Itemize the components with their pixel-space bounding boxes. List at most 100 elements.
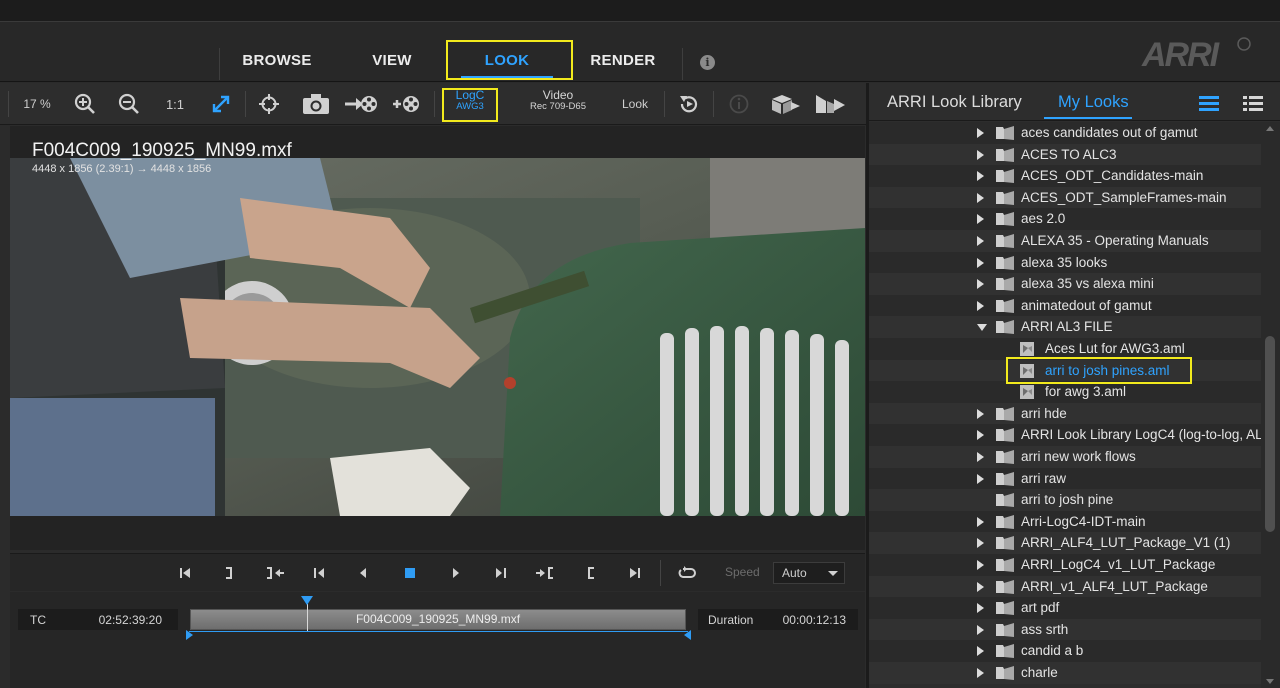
image-viewer[interactable]: F004C009_190925_MN99.mxf 4448 x 1856 (2.… bbox=[10, 126, 865, 550]
look-folder-item[interactable]: ARRI AL3 FILE bbox=[869, 316, 1261, 338]
playhead-handle[interactable] bbox=[301, 596, 313, 605]
loop-icon[interactable] bbox=[670, 554, 704, 592]
look-file-item[interactable]: Aces Lut for AWG3.aml bbox=[869, 338, 1261, 360]
expand-arrow-icon[interactable] bbox=[977, 236, 984, 246]
tab-look[interactable]: LOOK bbox=[449, 40, 565, 84]
expand-arrow-icon[interactable] bbox=[977, 214, 984, 225]
tab-my-looks[interactable]: My Looks bbox=[1058, 93, 1129, 112]
expand-arrow-icon[interactable] bbox=[977, 192, 984, 203]
fit-to-window-icon[interactable] bbox=[204, 83, 238, 125]
info-icon[interactable]: i bbox=[700, 55, 715, 70]
crosshair-icon[interactable] bbox=[252, 83, 286, 125]
tab-arri-look-library[interactable]: ARRI Look Library bbox=[887, 93, 1022, 112]
go-to-start-icon[interactable] bbox=[168, 554, 202, 592]
look-folder-item[interactable]: ARRI_LogC4_v1_LUT_Package bbox=[869, 554, 1261, 576]
go-to-out-point-icon[interactable] bbox=[212, 554, 246, 592]
zoom-out-icon[interactable] bbox=[112, 83, 146, 125]
expand-arrow-icon[interactable] bbox=[977, 538, 984, 549]
video-output-button[interactable]: Video Rec 709-D65 bbox=[518, 88, 598, 113]
look-folder-item[interactable]: ARRI_ALF4_LUT_Package_V1 (1) bbox=[869, 532, 1261, 554]
tree-scrollbar[interactable] bbox=[1261, 122, 1280, 688]
expand-arrow-icon[interactable] bbox=[977, 171, 984, 182]
play-reverse-icon[interactable] bbox=[346, 554, 380, 592]
scroll-down-icon[interactable] bbox=[1266, 679, 1274, 684]
apply-look-icon[interactable] bbox=[810, 83, 850, 125]
export-look-icon[interactable] bbox=[766, 83, 804, 125]
look-folder-item[interactable]: arri new work flows bbox=[869, 446, 1261, 468]
video-frame[interactable] bbox=[10, 158, 865, 516]
look-folder-item[interactable]: arri hde bbox=[869, 402, 1261, 425]
jump-forward-to-mark-icon[interactable] bbox=[528, 554, 562, 592]
snapshot-camera-icon[interactable] bbox=[298, 83, 334, 125]
detail-view-icon[interactable] bbox=[1243, 95, 1263, 116]
look-folder-item[interactable]: Arri-LogC4-IDT-main bbox=[869, 510, 1261, 533]
look-folder-item[interactable]: alexa 35 looks bbox=[869, 251, 1261, 274]
look-folder-item[interactable]: arri raw bbox=[869, 467, 1261, 490]
expand-arrow-icon[interactable] bbox=[977, 257, 984, 268]
go-to-end-icon[interactable] bbox=[618, 554, 652, 592]
add-reel-icon[interactable] bbox=[388, 83, 424, 125]
expand-arrow-icon[interactable] bbox=[977, 473, 984, 484]
look-folder-item[interactable]: arri to josh pine bbox=[869, 489, 1261, 511]
panel-header: ARRI Look Library My Looks bbox=[869, 83, 1280, 121]
tree-item-label: ACES_ODT_SampleFrames-main bbox=[1021, 189, 1227, 205]
look-file-item[interactable]: arri to josh pines.aml bbox=[869, 359, 1261, 382]
expand-arrow-icon[interactable] bbox=[977, 279, 984, 290]
look-folder-item[interactable]: art pdf bbox=[869, 597, 1261, 619]
look-folder-item[interactable]: ARRI_v1_ALF4_LUT_Package bbox=[869, 575, 1261, 598]
folder-icon bbox=[995, 255, 1015, 274]
look-folder-item[interactable]: ass srth bbox=[869, 618, 1261, 641]
go-to-in-point-icon[interactable] bbox=[574, 554, 608, 592]
speed-select[interactable]: Auto bbox=[773, 562, 845, 584]
out-point-handle[interactable] bbox=[684, 630, 691, 640]
look-folder-item[interactable]: ACES TO ALC3 bbox=[869, 143, 1261, 166]
look-folder-item[interactable]: ACES_ODT_Candidates-main bbox=[869, 165, 1261, 187]
play-icon[interactable] bbox=[439, 554, 473, 592]
look-folder-item[interactable]: aces candidates out of gamut bbox=[869, 122, 1261, 144]
expand-arrow-icon[interactable] bbox=[977, 149, 984, 160]
list-view-icon[interactable] bbox=[1199, 95, 1219, 116]
look-folder-item[interactable]: animatedout of gamut bbox=[869, 294, 1261, 317]
look-folder-item[interactable]: ACES_ODT_SampleFrames-main bbox=[869, 186, 1261, 209]
jump-back-to-mark-icon[interactable] bbox=[258, 554, 292, 592]
step-forward-icon[interactable] bbox=[484, 554, 518, 592]
expand-arrow-icon[interactable] bbox=[977, 560, 984, 570]
expand-arrow-icon[interactable] bbox=[977, 646, 984, 657]
tab-render[interactable]: RENDER bbox=[565, 40, 681, 84]
stop-icon[interactable] bbox=[393, 554, 427, 592]
expand-arrow-icon[interactable] bbox=[977, 408, 984, 419]
reset-look-icon[interactable] bbox=[672, 83, 706, 125]
expand-arrow-icon[interactable] bbox=[977, 128, 984, 138]
transport-controls: Speed Auto bbox=[10, 553, 865, 591]
export-reel-icon[interactable] bbox=[342, 83, 380, 125]
look-folder-item[interactable]: charle bbox=[869, 662, 1261, 684]
colorspace-button[interactable]: LogC AWG3 bbox=[446, 88, 494, 113]
look-button[interactable]: Look bbox=[612, 83, 658, 125]
tab-browse[interactable]: BROWSE bbox=[219, 40, 335, 84]
look-folder-item[interactable]: alexa 35 vs alexa mini bbox=[869, 273, 1261, 295]
look-folder-item[interactable]: ARRI Look Library LogC4 (log-to-log, AL bbox=[869, 424, 1261, 446]
look-file-item[interactable]: for awg 3.aml bbox=[869, 381, 1261, 403]
look-folder-item[interactable]: aes 2.0 bbox=[869, 208, 1261, 230]
expand-arrow-icon[interactable] bbox=[977, 603, 984, 614]
frame-image bbox=[10, 158, 865, 516]
tab-view[interactable]: VIEW bbox=[334, 40, 450, 84]
expand-arrow-icon[interactable] bbox=[977, 516, 984, 527]
expand-arrow-icon[interactable] bbox=[977, 668, 984, 678]
expand-arrow-icon[interactable] bbox=[977, 300, 984, 311]
timeline-clip[interactable]: F004C009_190925_MN99.mxf bbox=[190, 609, 686, 630]
expand-arrow-icon[interactable] bbox=[977, 452, 984, 462]
look-folder-item[interactable]: ALEXA 35 - Operating Manuals bbox=[869, 230, 1261, 252]
step-back-icon[interactable] bbox=[302, 554, 336, 592]
expand-arrow-icon[interactable] bbox=[977, 430, 984, 441]
expand-arrow-open-icon[interactable] bbox=[977, 324, 987, 332]
expand-arrow-icon[interactable] bbox=[977, 581, 984, 592]
expand-arrow-icon[interactable] bbox=[977, 624, 984, 635]
in-point-handle[interactable] bbox=[186, 630, 193, 640]
zoom-in-icon[interactable] bbox=[68, 83, 102, 125]
scroll-thumb[interactable] bbox=[1265, 336, 1275, 532]
scroll-up-icon[interactable] bbox=[1266, 126, 1274, 131]
look-folder-item[interactable]: candid a b bbox=[869, 640, 1261, 662]
duration-display: Duration 00:00:12:13 bbox=[698, 609, 858, 630]
zoom-1to1-button[interactable]: 1:1 bbox=[158, 83, 192, 125]
